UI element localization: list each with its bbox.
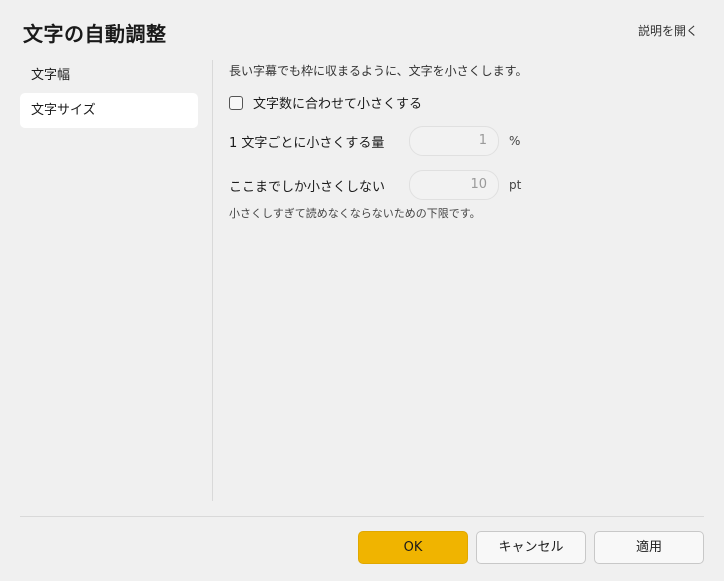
shrink-amount-row: 1 文字ごとに小さくする量 1 % <box>229 126 520 156</box>
shrink-amount-input[interactable]: 1 <box>409 126 499 156</box>
section-description: 長い字幕でも枠に収まるように、文字を小さくします。 <box>229 64 528 78</box>
min-size-unit: pt <box>509 178 522 192</box>
min-size-hint: 小さくしすぎて読めなくならないための下限です。 <box>229 207 481 220</box>
min-size-row: ここまでしか小さくしない 10 pt <box>229 170 521 200</box>
dialog-title: 文字の自動調整 <box>23 22 167 46</box>
shrink-amount-label: 1 文字ごとに小さくする量 <box>229 135 385 151</box>
footer-divider <box>20 516 704 517</box>
cancel-button[interactable]: キャンセル <box>476 531 586 564</box>
shrink-by-length-option[interactable]: 文字数に合わせて小さくする <box>229 93 422 112</box>
help-link[interactable]: 説明を開く <box>638 22 698 39</box>
vertical-divider <box>212 60 213 501</box>
sidebar-item-char-width[interactable]: 文字幅 <box>20 58 198 93</box>
apply-button[interactable]: 適用 <box>594 531 704 564</box>
sidebar: 文字幅 文字サイズ <box>20 58 198 128</box>
sidebar-item-char-size[interactable]: 文字サイズ <box>20 93 198 128</box>
ok-button[interactable]: OK <box>358 531 468 564</box>
shrink-by-length-checkbox[interactable] <box>229 95 243 110</box>
shrink-by-length-label: 文字数に合わせて小さくする <box>253 97 423 112</box>
min-size-input[interactable]: 10 <box>409 170 499 200</box>
min-size-label: ここまでしか小さくしない <box>229 179 386 195</box>
shrink-amount-unit: % <box>509 134 521 148</box>
